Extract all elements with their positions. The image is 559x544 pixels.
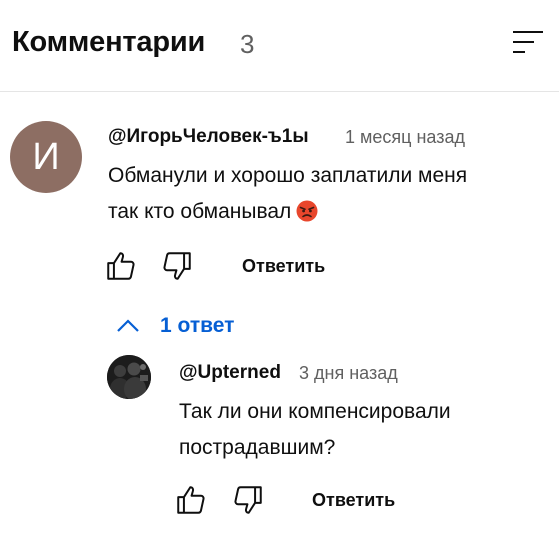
like-button[interactable] <box>104 249 138 283</box>
reply-text-line-1: Так ли они компенсировали <box>179 400 451 423</box>
comment-author[interactable]: @ИгорьЧеловек-ъ1ы <box>108 126 309 148</box>
thumb-down-icon <box>234 486 262 514</box>
like-button[interactable] <box>174 483 208 517</box>
replies-toggle-button[interactable]: 1 ответ <box>114 311 234 341</box>
reply-text-line-2: пострадавшим? <box>179 436 336 459</box>
avatar[interactable]: И <box>10 121 82 193</box>
sort-icon <box>513 31 543 53</box>
comments-header: Комментарии 3 <box>0 0 559 92</box>
thumb-up-icon <box>177 486 205 514</box>
comment-text-line-1: Обманули и хорошо заплатили меня <box>108 164 468 187</box>
chevron-up-icon <box>117 319 139 332</box>
angry-face-emoji <box>296 200 318 222</box>
reply-button[interactable]: Ответить <box>242 256 325 277</box>
replies-count-label: 1 ответ <box>160 314 235 337</box>
dislike-button[interactable] <box>231 483 265 517</box>
avatar[interactable] <box>107 355 151 399</box>
comment-text-line-2: так кто обманывал <box>108 194 318 230</box>
comment-text-line-2-content: так кто обманывал <box>108 200 292 223</box>
comment-time[interactable]: 1 месяц назад <box>345 127 465 148</box>
reply-time[interactable]: 3 дня назад <box>299 363 398 384</box>
reply-author[interactable]: @Upterned <box>179 362 281 384</box>
thumb-up-icon <box>107 252 135 280</box>
dislike-button[interactable] <box>160 249 194 283</box>
comments-title: Комментарии <box>12 26 206 58</box>
comments-count: 3 <box>240 29 255 59</box>
sort-button[interactable] <box>510 28 546 58</box>
reply-button[interactable]: Ответить <box>312 490 395 511</box>
avatar-photo-image <box>107 355 151 399</box>
thumb-down-icon <box>163 252 191 280</box>
